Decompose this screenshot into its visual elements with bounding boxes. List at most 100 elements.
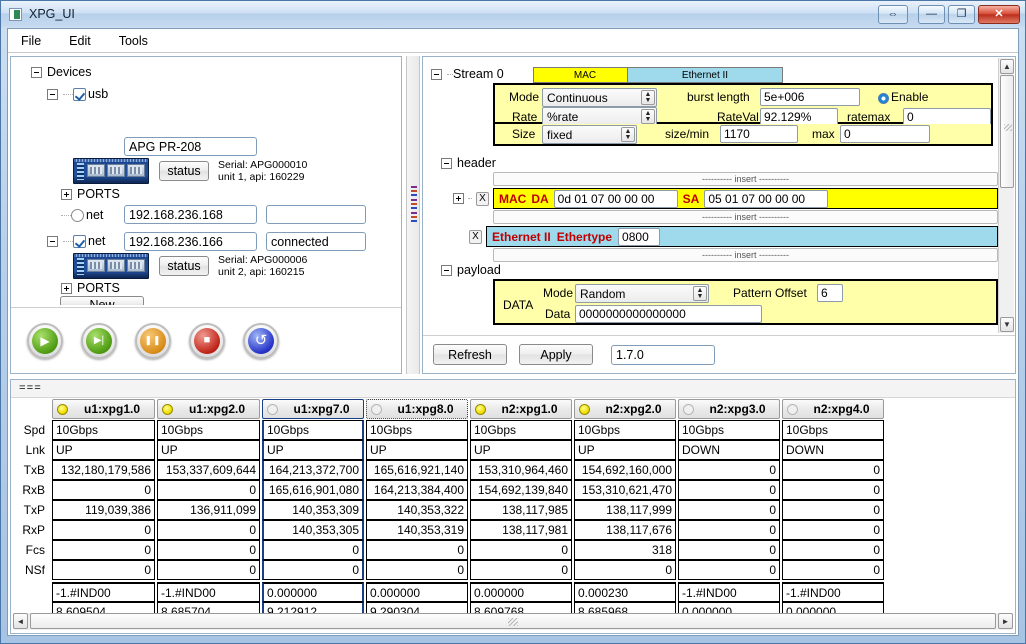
usb-name-field[interactable]: APG PR-208	[124, 137, 257, 156]
cell[interactable]: 10Gbps	[261, 420, 365, 440]
cell[interactable]: 0	[156, 560, 261, 580]
cell[interactable]: 0	[781, 540, 885, 560]
cell[interactable]: 10Gbps	[469, 420, 573, 440]
cell[interactable]: 165,616,921,140	[365, 460, 469, 480]
play-button[interactable]: ▶	[27, 323, 63, 359]
column-header-u1-xpg8-0[interactable]: u1:xpg8.0	[365, 398, 469, 420]
scroll-right-button[interactable]: ►	[998, 613, 1013, 629]
cell[interactable]: 140,353,309	[261, 500, 365, 520]
cell[interactable]: 10Gbps	[677, 420, 781, 440]
mode-spinner-icon[interactable]: ▲▼	[641, 90, 655, 105]
cell[interactable]: 10Gbps	[51, 420, 156, 440]
net-166-enable-checkbox[interactable]	[73, 235, 86, 248]
tab-ethernet-ii[interactable]: Ethernet II	[627, 67, 783, 83]
collapse-icon-usb[interactable]	[47, 89, 58, 100]
collapse-icon-stream0[interactable]	[431, 69, 442, 80]
column-header-u1-xpg1-0[interactable]: u1:xpg1.0	[51, 398, 156, 420]
cell[interactable]: 0	[51, 540, 156, 560]
cell[interactable]: -1.#IND00	[677, 580, 781, 602]
net-166-status-field[interactable]: connected	[266, 232, 366, 251]
cell[interactable]: 0	[781, 460, 885, 480]
net-168-status-field[interactable]	[266, 205, 366, 224]
cell[interactable]: UP	[261, 440, 365, 460]
cell[interactable]: 153,337,609,644	[156, 460, 261, 480]
column-header-n2-xpg3-0[interactable]: n2:xpg3.0	[677, 398, 781, 420]
cell[interactable]: 154,692,139,840	[469, 480, 573, 500]
cell[interactable]: 0	[469, 540, 573, 560]
column-header-n2-xpg1-0[interactable]: n2:xpg1.0	[469, 398, 573, 420]
payload-mode-spinner-icon[interactable]: ▲▼	[693, 286, 707, 301]
scroll-left-button[interactable]: ◄	[13, 613, 28, 629]
scroll-up-button[interactable]: ▲	[1000, 59, 1014, 74]
cell[interactable]: 0	[781, 520, 885, 540]
new-device-button[interactable]: New	[60, 296, 144, 305]
cell[interactable]: 138,117,981	[469, 520, 573, 540]
cell[interactable]: 164,213,372,700	[261, 460, 365, 480]
cell[interactable]: 0	[781, 480, 885, 500]
delete-ethernet-button[interactable]: X	[469, 230, 482, 244]
cell[interactable]: 136,911,099	[156, 500, 261, 520]
column-header-n2-xpg2-0[interactable]: n2:xpg2.0	[573, 398, 677, 420]
mode-select[interactable]: Continuous ▲▼	[542, 88, 657, 107]
menu-file[interactable]: File	[18, 32, 44, 50]
enable-radio[interactable]	[878, 93, 889, 104]
version-field[interactable]: 1.7.0	[611, 345, 715, 365]
payload-data-input[interactable]: 0000000000000000	[575, 305, 762, 323]
usb-enable-checkbox[interactable]	[73, 88, 86, 101]
payload-mode-select[interactable]: Random ▲▼	[575, 284, 709, 303]
restore-size-button[interactable]: ⇔	[878, 5, 908, 24]
net-168-address-field[interactable]: 192.168.236.168	[124, 205, 257, 224]
menu-tools[interactable]: Tools	[116, 32, 151, 50]
cell[interactable]: 0	[677, 560, 781, 580]
cell[interactable]: 154,692,160,000	[573, 460, 677, 480]
statistics-horizontal-scrollbar[interactable]: ◄ ►	[13, 613, 1013, 630]
reset-button[interactable]: ↺	[243, 323, 279, 359]
tree-node-net-ports[interactable]: PORTS	[61, 281, 120, 295]
tree-node-usb-ports[interactable]: PORTS	[61, 187, 120, 201]
cell[interactable]: 0	[469, 560, 573, 580]
insert-bar-top[interactable]: ---------- insert ----------	[493, 172, 998, 186]
cell[interactable]: -1.#IND00	[51, 580, 156, 602]
cell[interactable]: 0	[573, 560, 677, 580]
cell[interactable]: 0	[677, 520, 781, 540]
pause-button[interactable]: ❚❚	[135, 323, 171, 359]
expand-icon-mac[interactable]	[453, 193, 464, 204]
step-button[interactable]: ▶|	[81, 323, 117, 359]
cell[interactable]: 10Gbps	[156, 420, 261, 440]
tree-node-stream0[interactable]: Stream 0	[431, 67, 504, 81]
size-spinner-icon[interactable]: ▲▼	[621, 127, 635, 142]
collapse-icon-net-166[interactable]	[47, 236, 58, 247]
collapse-icon-payload[interactable]	[441, 265, 452, 276]
expand-icon-usb-ports[interactable]	[61, 189, 72, 200]
tree-node-net-168[interactable]: net	[61, 208, 103, 222]
cell[interactable]: 0	[156, 540, 261, 560]
cell[interactable]: 0.000000	[261, 580, 365, 602]
usb-status-button[interactable]: status	[159, 161, 209, 181]
cell[interactable]: 0	[51, 520, 156, 540]
cell[interactable]: 0	[261, 560, 365, 580]
cell[interactable]: 0	[677, 540, 781, 560]
column-header-u1-xpg2-0[interactable]: u1:xpg2.0	[156, 398, 261, 420]
cell[interactable]: 0	[781, 560, 885, 580]
ethertype-input[interactable]: 0800	[618, 228, 660, 246]
column-header-u1-xpg7-0[interactable]: u1:xpg7.0	[261, 398, 365, 420]
cell[interactable]: UP	[156, 440, 261, 460]
cell[interactable]: UP	[51, 440, 156, 460]
cell[interactable]: 153,310,964,460	[469, 460, 573, 480]
cell[interactable]: 0	[156, 480, 261, 500]
cell[interactable]: 153,310,621,470	[573, 480, 677, 500]
cell[interactable]: -1.#IND00	[781, 580, 885, 602]
cell[interactable]: 0	[677, 500, 781, 520]
tab-mac[interactable]: MAC	[533, 67, 637, 83]
cell[interactable]: 138,117,676	[573, 520, 677, 540]
collapse-icon-header[interactable]	[441, 158, 452, 169]
cell[interactable]: 0	[261, 540, 365, 560]
minimize-button[interactable]: —	[918, 5, 945, 24]
cell[interactable]: UP	[365, 440, 469, 460]
cell[interactable]: 132,180,179,586	[51, 460, 156, 480]
tree-node-net-166[interactable]: net	[47, 234, 105, 248]
insert-bar-middle[interactable]: ---------- insert ----------	[493, 210, 998, 224]
cell[interactable]: DOWN	[781, 440, 885, 460]
stream-scroll-thumb[interactable]	[1000, 75, 1014, 188]
cell[interactable]: 140,353,319	[365, 520, 469, 540]
